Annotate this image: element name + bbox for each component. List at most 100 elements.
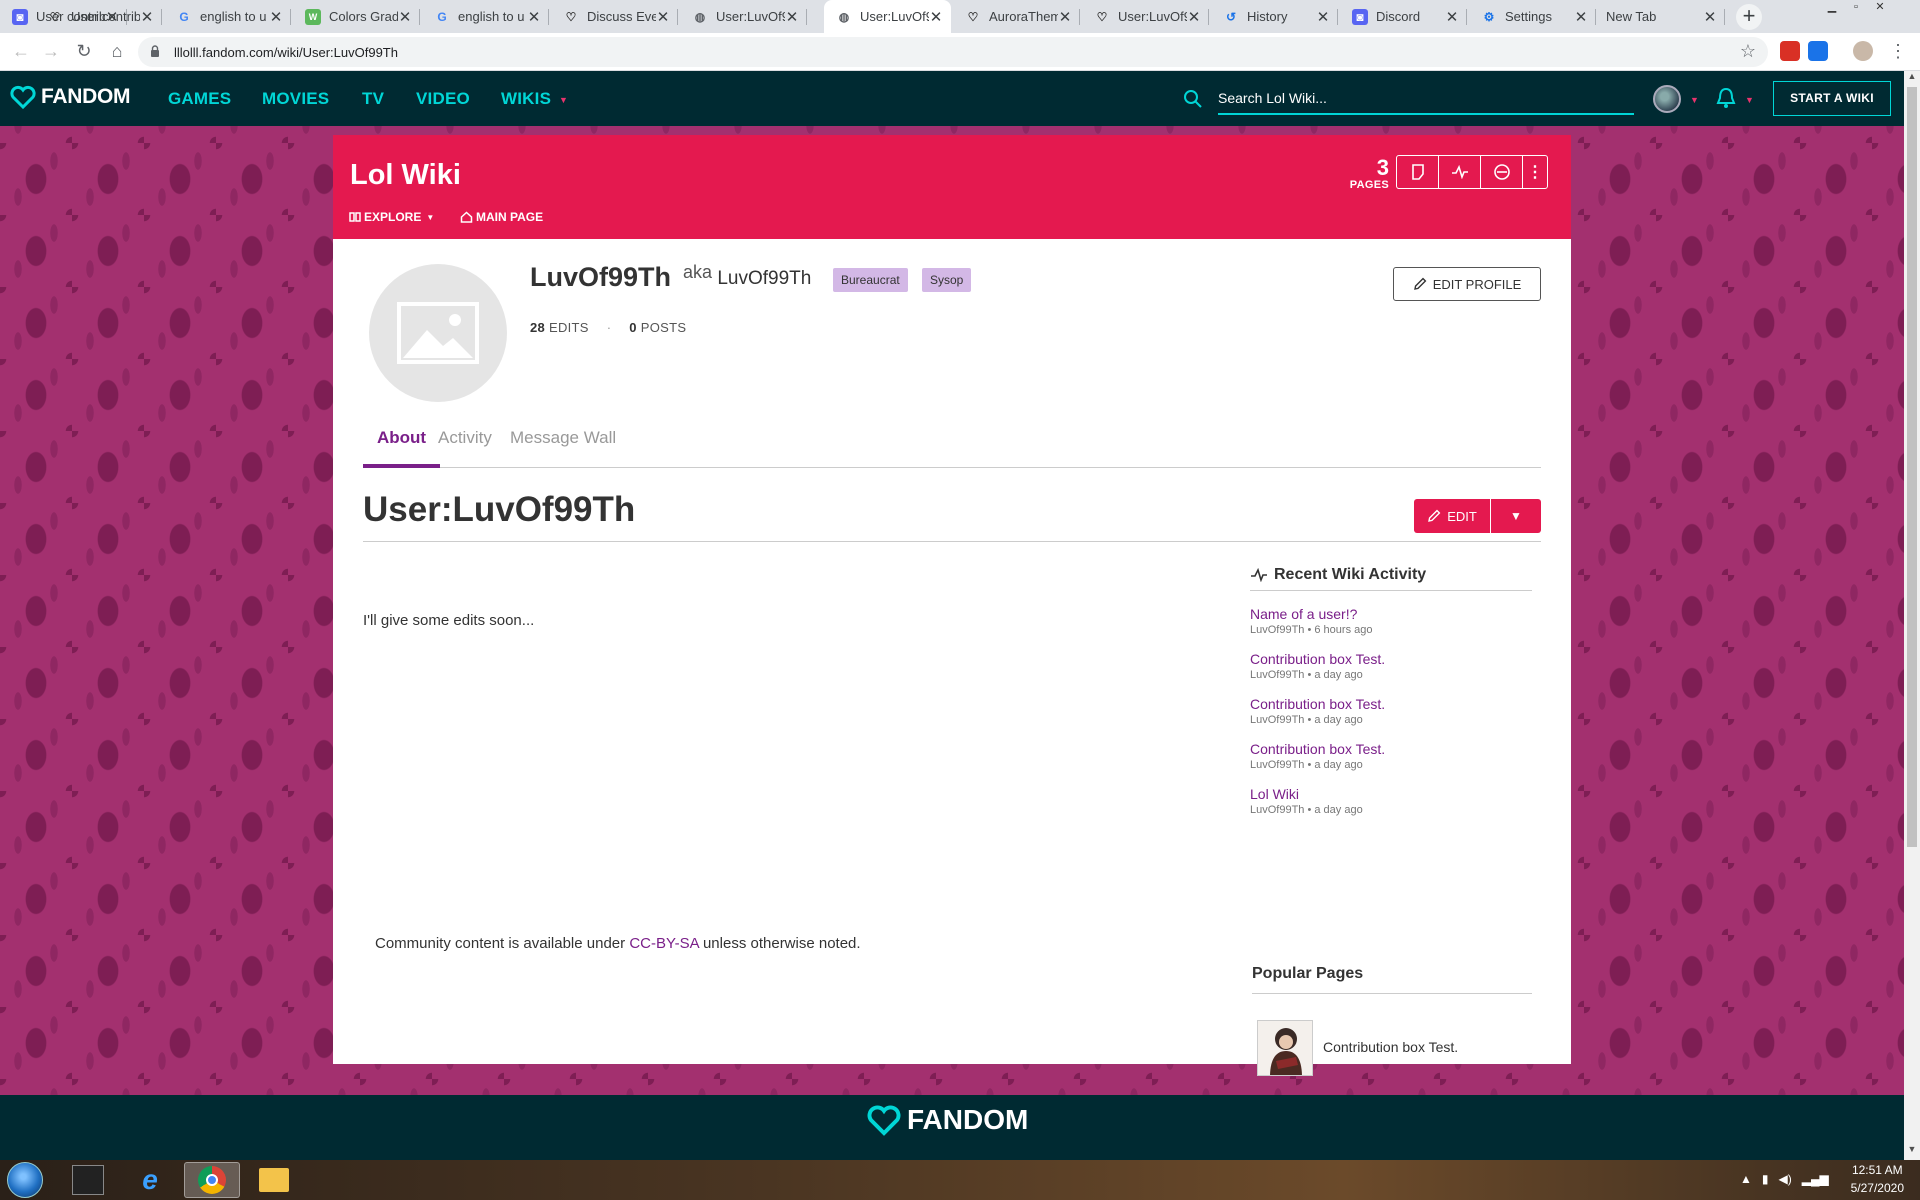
close-tab-icon[interactable]: ✕ [527,8,541,26]
window-close-icon[interactable]: ✕ [1868,0,1892,16]
menu-kebab-icon[interactable]: ⋮ [1886,40,1910,64]
edit-button[interactable]: EDIT [1414,499,1491,533]
nav-wikis[interactable]: WIKIS [501,89,551,109]
close-tab-icon[interactable]: ✕ [1058,8,1072,26]
close-tab-icon[interactable]: ✕ [1316,8,1330,26]
add-page-button[interactable] [1397,156,1439,188]
close-tab-icon[interactable]: ✕ [398,8,412,26]
tab-activity[interactable]: Activity [424,418,506,468]
browser-tab[interactable]: ♡ AuroraThem ✕ [953,0,1080,33]
close-tab-icon[interactable]: ✕ [1703,8,1717,26]
activity-link[interactable]: Lol Wiki [1250,786,1532,802]
tab-title: Colors Gradi [329,9,398,24]
footer-logo[interactable]: FANDOM [867,1103,1028,1137]
close-tab-icon[interactable]: ✕ [929,8,943,26]
main-page-link[interactable]: MAIN PAGE [460,210,543,224]
activity-link[interactable]: Contribution box Test. [1250,696,1532,712]
close-tab-icon[interactable]: ✕ [656,8,670,26]
edits-count: 28 [530,320,546,335]
edit-dropdown-button[interactable]: ▼ [1491,499,1541,533]
close-tab-icon[interactable]: ✕ [1187,8,1201,26]
scroll-down-icon[interactable]: ▼ [1904,1144,1920,1158]
address-bar[interactable]: lllolll.fandom.com/wiki/User:LuvOf99Th ☆ [138,37,1768,67]
close-tab-icon[interactable]: ✕ [785,8,799,26]
user-avatar[interactable] [1653,85,1681,113]
signal-icon[interactable]: ▂▄▆ [1802,1172,1829,1186]
wiki-content-card: Lol Wiki EXPLORE ▼ MAIN PAGE 3 PAGES ⋮ L… [333,135,1571,1076]
network-icon[interactable]: ▮ [1762,1172,1769,1186]
license-link[interactable]: CC-BY-SA [629,935,698,952]
nav-movies[interactable]: MOVIES [262,89,329,109]
home-icon[interactable]: ⌂ [105,40,129,64]
browser-tab[interactable]: W Colors Gradi ✕ [293,0,420,33]
clock[interactable]: 12:51 AM 5/27/2020 [1851,1161,1904,1197]
activity-link[interactable]: Contribution box Test. [1250,651,1532,667]
edit-profile-button[interactable]: EDIT PROFILE [1393,267,1541,301]
close-tab-icon[interactable]: ✕ [140,8,154,26]
game-app-icon[interactable] [60,1162,116,1198]
search-input[interactable] [1218,83,1634,115]
extension-icon[interactable] [1808,41,1828,61]
browser-tab[interactable]: ♡ User:LuvOf9 ✕ [1082,0,1209,33]
chevron-down-icon[interactable]: ▼ [1745,95,1754,105]
wiki-name[interactable]: Lol Wiki [350,159,461,192]
fandom-logo[interactable]: FANDOM [10,84,131,110]
bookmark-star-icon[interactable]: ☆ [1740,41,1756,62]
notifications-bell-icon[interactable] [1716,86,1736,110]
close-tab-icon[interactable]: ✕ [1445,8,1459,26]
popular-page-thumbnail[interactable] [1257,1020,1313,1076]
forward-icon[interactable]: → [39,40,63,64]
start-a-wiki-button[interactable]: START A WIKI [1773,81,1891,116]
chevron-down-icon[interactable]: ▼ [1690,95,1699,105]
nav-games[interactable]: GAMES [168,89,231,109]
wiki-header: Lol Wiki EXPLORE ▼ MAIN PAGE 3 PAGES ⋮ [333,135,1571,239]
show-hidden-icons-icon[interactable]: ▲ [1740,1172,1752,1186]
posts-label[interactable]: POSTS [641,320,687,335]
close-tab-icon[interactable]: ✕ [269,8,283,26]
recent-activity-button[interactable] [1439,156,1481,188]
page-scrollbar[interactable]: ▲ ▼ [1904,71,1920,1160]
tab-message-wall[interactable]: Message Wall [496,418,630,468]
scroll-thumb[interactable] [1907,87,1917,847]
edits-label[interactable]: EDITS [549,320,589,335]
back-icon[interactable]: ← [9,40,33,64]
minimize-icon[interactable]: ▁ [1820,0,1844,16]
browser-tab[interactable]: ◙ Discord ✕ [1340,0,1467,33]
search-icon[interactable] [1183,89,1203,109]
activity-link[interactable]: Name of a user!? [1250,606,1532,622]
internet-explorer-icon[interactable]: e [122,1162,178,1198]
browser-tab[interactable]: ◍ User:LuvOf9 ✕ [680,0,807,33]
file-explorer-icon[interactable] [246,1162,302,1198]
browser-tab[interactable]: ♡ Discuss Even ✕ [551,0,678,33]
new-tab-button[interactable]: + [1736,4,1762,30]
browser-tab[interactable]: ♡ User contrib ✕ [35,0,162,33]
scroll-up-icon[interactable]: ▲ [1904,71,1920,85]
more-options-button[interactable]: ⋮ [1523,156,1547,188]
explore-menu[interactable]: EXPLORE ▼ [349,210,434,224]
nav-video[interactable]: VIDEO [416,89,470,109]
volume-icon[interactable]: ◀) [1779,1172,1792,1186]
chrome-app-icon[interactable] [184,1162,240,1198]
discussions-button[interactable] [1481,156,1523,188]
reload-icon[interactable]: ↻ [72,40,96,64]
browser-tab-active[interactable]: ◍ User:LuvOf9 ✕ [824,0,951,33]
activity-meta: LuvOf99Th • a day ago [1250,669,1363,681]
activity-link[interactable]: Contribution box Test. [1250,741,1532,757]
browser-tab[interactable]: New Tab ✕ [1598,0,1725,33]
start-button[interactable] [7,1162,43,1198]
profile-avatar-icon[interactable] [1853,41,1873,61]
extension-icon[interactable] [1780,41,1800,61]
wiki-tools: ⋮ [1396,155,1548,189]
browser-tab[interactable]: G english to u ✕ [164,0,291,33]
popular-page-link[interactable]: Contribution box Test. [1323,1039,1458,1055]
close-tab-icon[interactable]: ✕ [1574,8,1588,26]
browser-tab[interactable]: G english to u ✕ [422,0,549,33]
activity-meta: LuvOf99Th • 6 hours ago [1250,624,1373,636]
nav-tv[interactable]: TV [362,89,384,109]
profile-avatar[interactable] [369,264,507,402]
browser-tab[interactable]: ↺ History ✕ [1211,0,1338,33]
profile-stats: 28 EDITS · 0 POSTS [530,320,686,335]
maximize-icon[interactable]: ▫ [1844,0,1868,16]
browser-tab[interactable]: ⚙ Settings ✕ [1469,0,1596,33]
profile-aka: aka LuvOf99Th [683,262,811,290]
